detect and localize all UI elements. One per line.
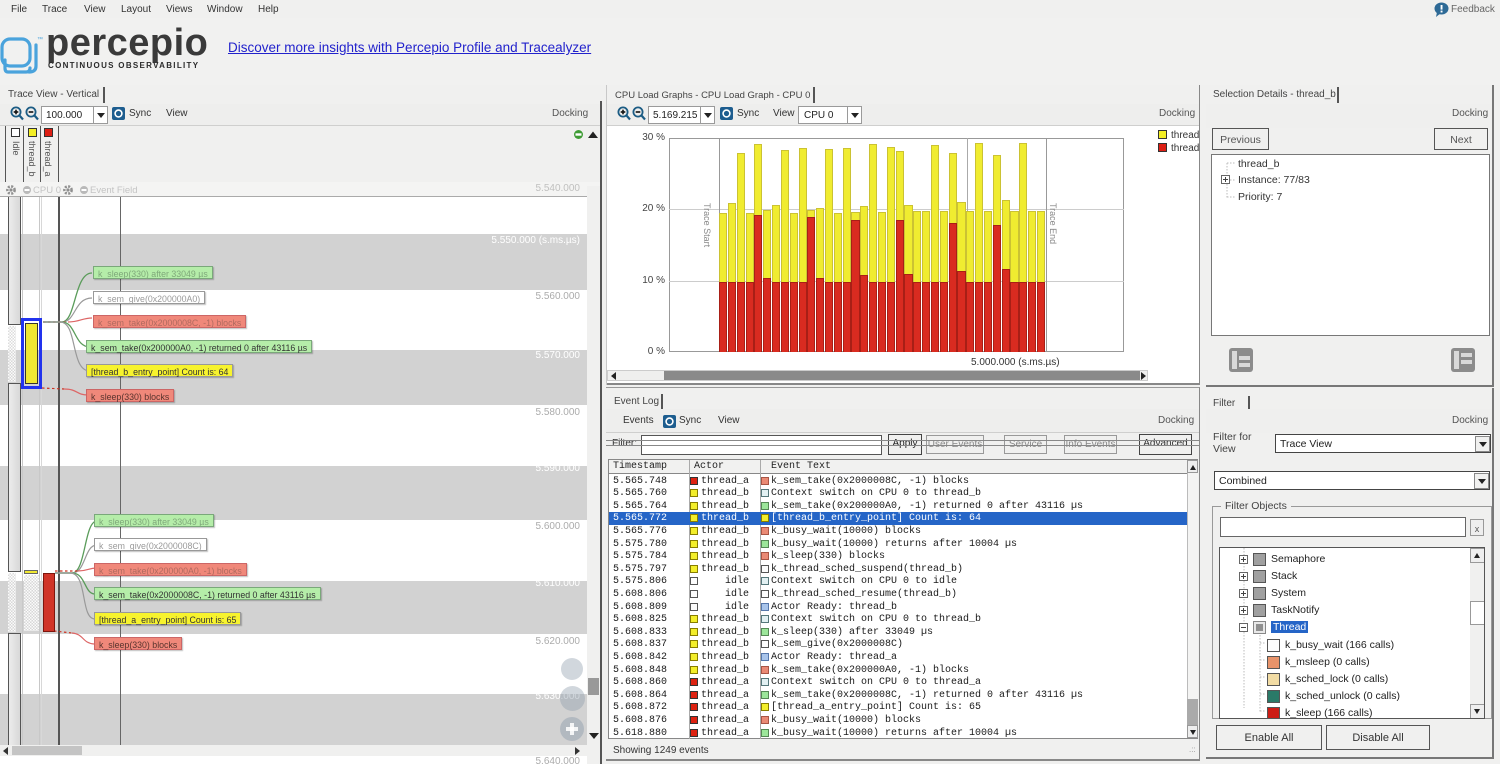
svg-text:™: ™ [37, 36, 43, 43]
